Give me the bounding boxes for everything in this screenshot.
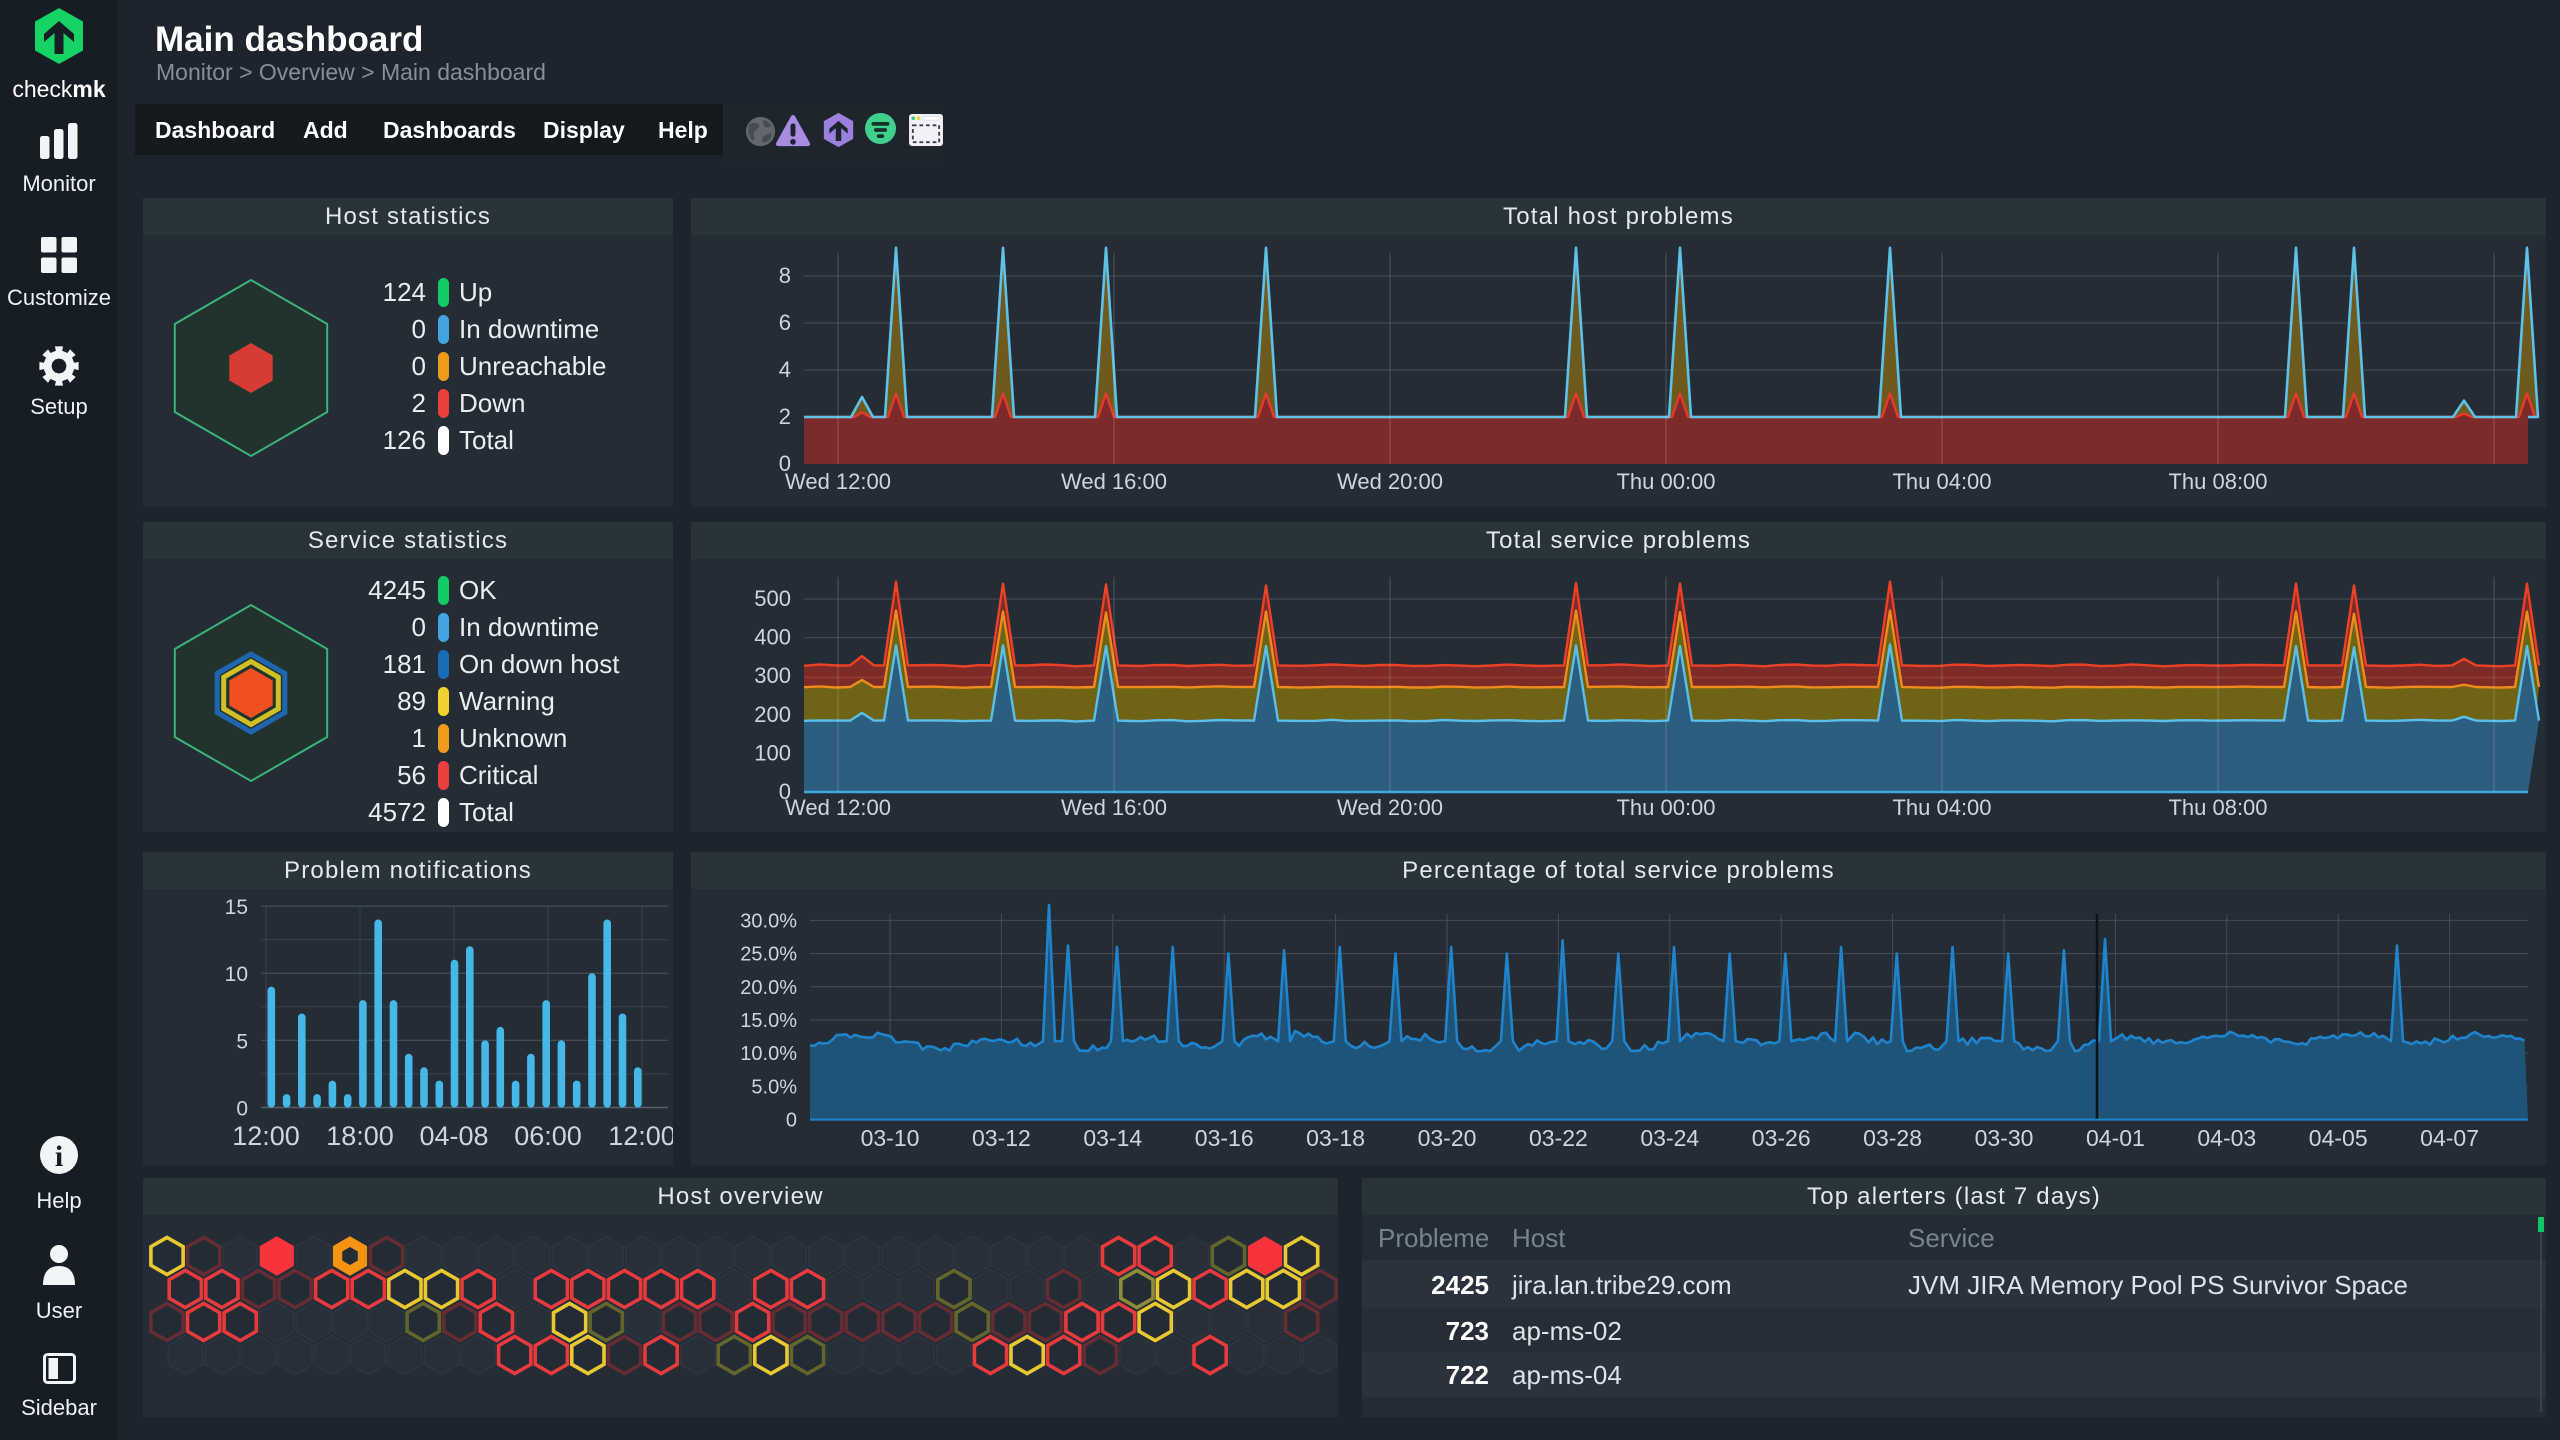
svg-text:10.0%: 10.0% [740, 1043, 797, 1065]
svg-text:18:00: 18:00 [326, 1121, 394, 1151]
svg-text:12:00: 12:00 [232, 1121, 300, 1151]
svg-text:Wed 20:00: Wed 20:00 [1337, 469, 1443, 494]
svg-text:03-10: 03-10 [861, 1125, 920, 1151]
svg-text:03-20: 03-20 [1418, 1125, 1477, 1151]
svg-text:03-28: 03-28 [1863, 1125, 1922, 1151]
svg-text:100: 100 [754, 740, 791, 765]
svg-text:20.0%: 20.0% [740, 977, 797, 999]
svg-text:2: 2 [779, 404, 791, 429]
svg-text:Thu 00:00: Thu 00:00 [1616, 795, 1715, 820]
svg-text:Thu 04:00: Thu 04:00 [1892, 795, 1991, 820]
svg-text:Wed 16:00: Wed 16:00 [1061, 469, 1167, 494]
svg-text:03-16: 03-16 [1195, 1125, 1254, 1151]
svg-text:15.0%: 15.0% [740, 1010, 797, 1032]
svg-text:03-12: 03-12 [972, 1125, 1031, 1151]
svg-text:Thu 08:00: Thu 08:00 [2168, 469, 2267, 494]
svg-text:300: 300 [754, 663, 791, 688]
svg-text:12:00: 12:00 [608, 1121, 673, 1151]
svg-text:06:00: 06:00 [514, 1121, 582, 1151]
svg-text:200: 200 [754, 702, 791, 727]
svg-text:03-26: 03-26 [1752, 1125, 1811, 1151]
svg-text:25.0%: 25.0% [740, 944, 797, 966]
svg-text:03-18: 03-18 [1306, 1125, 1365, 1151]
svg-text:04-05: 04-05 [2309, 1125, 2368, 1151]
svg-text:03-22: 03-22 [1529, 1125, 1588, 1151]
svg-text:4: 4 [779, 357, 791, 382]
svg-text:Wed 12:00: Wed 12:00 [785, 469, 891, 494]
svg-text:10: 10 [225, 963, 248, 986]
svg-text:04-01: 04-01 [2086, 1125, 2145, 1151]
svg-text:5.0%: 5.0% [751, 1076, 797, 1098]
svg-text:500: 500 [754, 586, 791, 611]
svg-text:Thu 04:00: Thu 04:00 [1892, 469, 1991, 494]
svg-text:04-08: 04-08 [419, 1121, 488, 1151]
svg-text:Wed 16:00: Wed 16:00 [1061, 795, 1167, 820]
svg-text:400: 400 [754, 625, 791, 650]
svg-text:03-30: 03-30 [1975, 1125, 2034, 1151]
svg-text:0: 0 [236, 1098, 248, 1121]
svg-text:04-07: 04-07 [2420, 1125, 2479, 1151]
svg-text:i: i [55, 1140, 63, 1173]
svg-text:Thu 00:00: Thu 00:00 [1616, 469, 1715, 494]
svg-text:Thu 08:00: Thu 08:00 [2168, 795, 2267, 820]
svg-text:15: 15 [225, 896, 248, 919]
svg-text:03-14: 03-14 [1083, 1125, 1142, 1151]
svg-text:0: 0 [786, 1110, 797, 1132]
svg-text:Wed 12:00: Wed 12:00 [785, 795, 891, 820]
svg-text:6: 6 [779, 310, 791, 335]
svg-text:Wed 20:00: Wed 20:00 [1337, 795, 1443, 820]
svg-text:03-24: 03-24 [1640, 1125, 1699, 1151]
svg-text:5: 5 [236, 1030, 248, 1053]
svg-text:04-03: 04-03 [2197, 1125, 2256, 1151]
svg-text:30.0%: 30.0% [740, 910, 797, 932]
svg-text:8: 8 [779, 263, 791, 288]
